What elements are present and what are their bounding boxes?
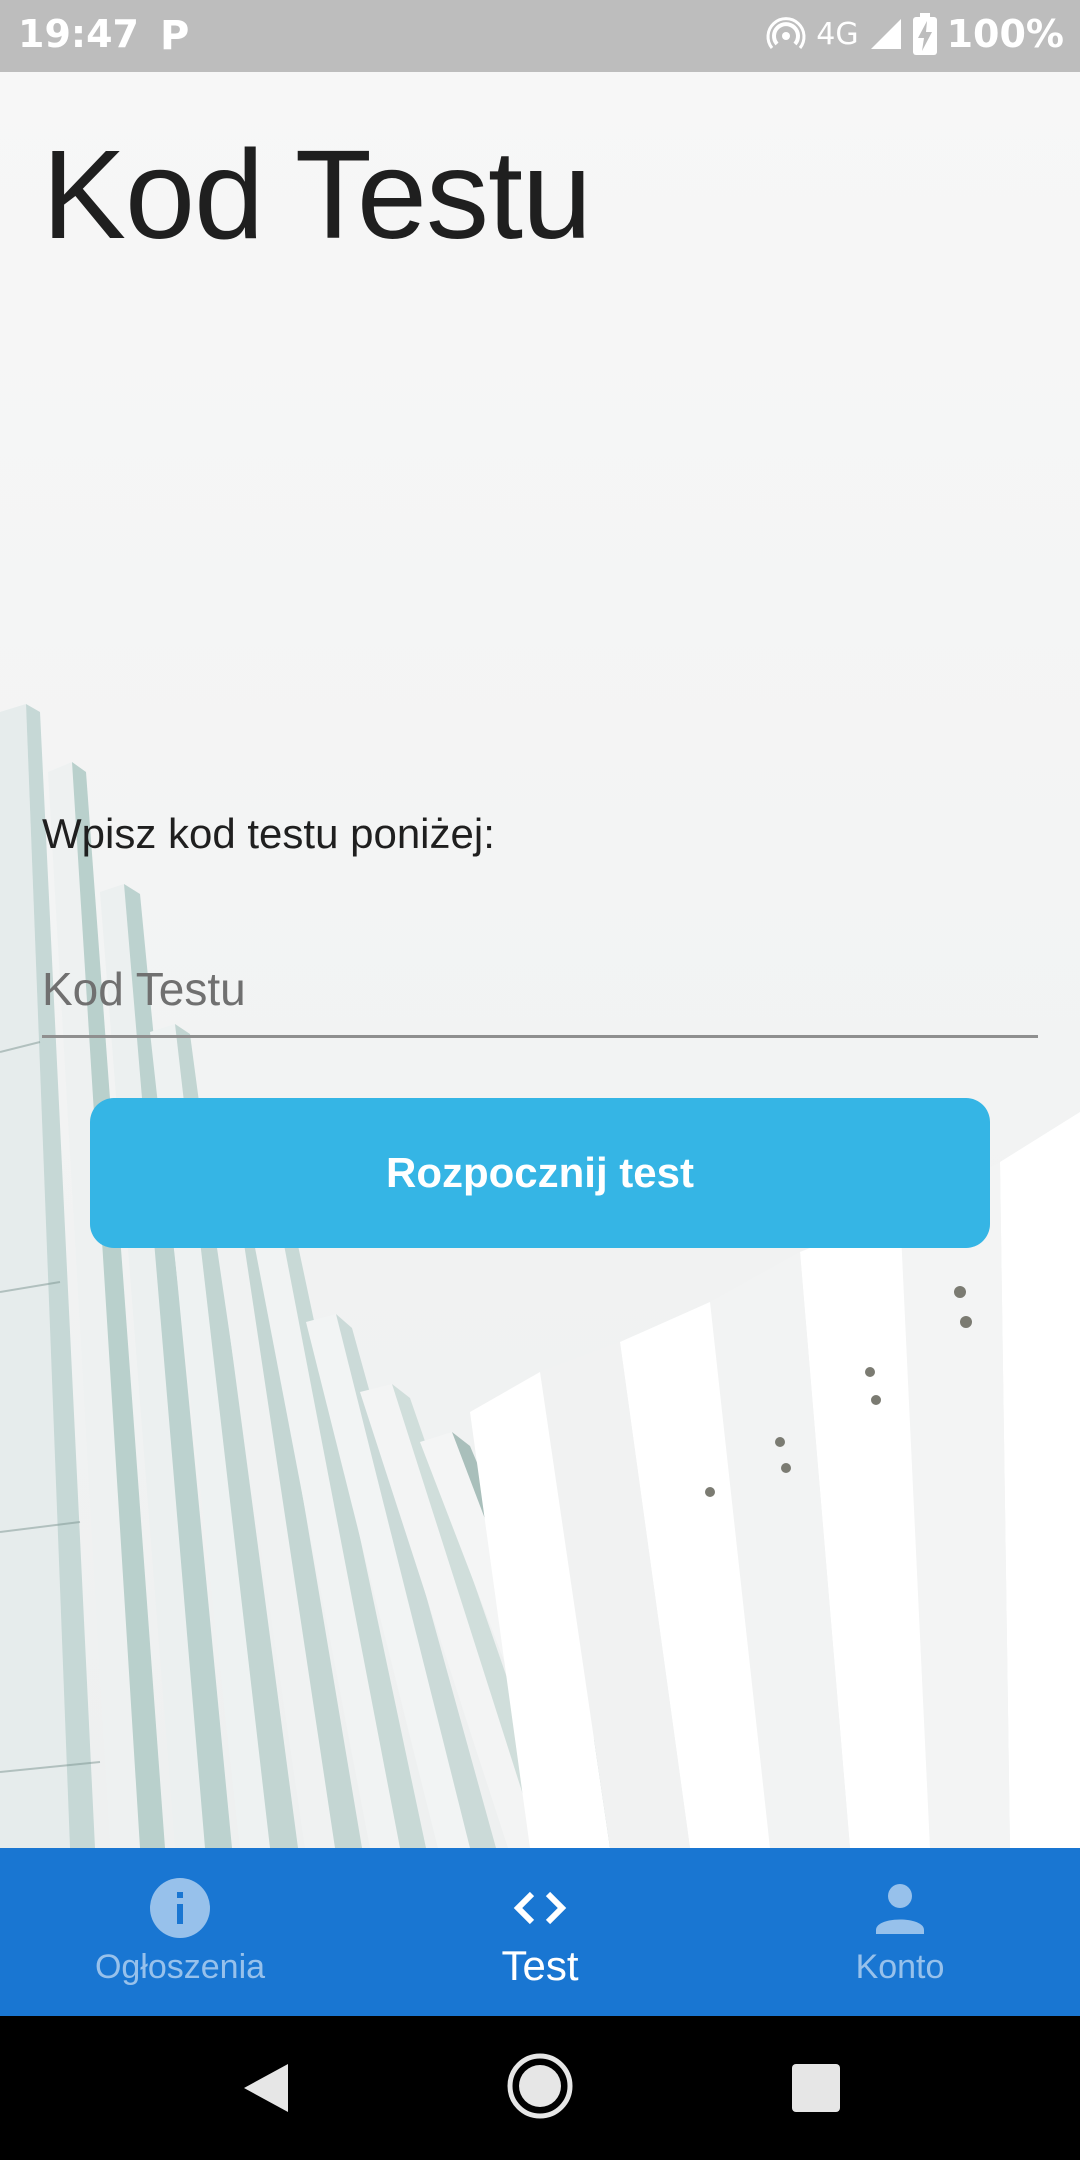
nav-item-test[interactable]: Test: [360, 1848, 720, 2016]
nav-label-announcements: Ogłoszenia: [94, 1948, 266, 1986]
test-code-input[interactable]: [42, 942, 1038, 1038]
person-icon: [876, 1884, 924, 1934]
nav-item-announcements[interactable]: Ogłoszenia: [0, 1848, 360, 2016]
home-icon[interactable]: [506, 2052, 574, 2120]
system-navigation-bar: [0, 2016, 1080, 2160]
parking-notification-icon: P: [160, 13, 190, 59]
main-content: Kod Testu Wpisz kod testu poniżej: Rozpo…: [0, 72, 1080, 1848]
recents-icon[interactable]: [786, 2058, 846, 2118]
bottom-navigation: Ogłoszenia Test Konto: [0, 1848, 1080, 2016]
info-icon: [150, 1878, 210, 1938]
instruction-label: Wpisz kod testu poniżej:: [42, 810, 495, 857]
status-bar: 19:47 P 4G 100%: [0, 0, 1080, 72]
status-icons: 4G 100%: [766, 12, 1064, 56]
nav-item-account[interactable]: Konto: [720, 1848, 1080, 2016]
page-title: Kod Testu: [42, 124, 592, 265]
code-icon: [513, 1891, 567, 1925]
hotspot-icon: [766, 17, 806, 49]
battery-level: 100%: [946, 12, 1064, 56]
nav-label-account: Konto: [855, 1948, 945, 1986]
start-test-button[interactable]: Rozpocznij test: [90, 1098, 990, 1248]
status-time: 19:47: [18, 12, 139, 56]
signal-icon: [870, 19, 901, 49]
battery-charging-icon: [912, 13, 937, 55]
network-type: 4G: [816, 16, 859, 52]
nav-label-test: Test: [501, 1942, 579, 1989]
back-icon[interactable]: [236, 2058, 296, 2118]
